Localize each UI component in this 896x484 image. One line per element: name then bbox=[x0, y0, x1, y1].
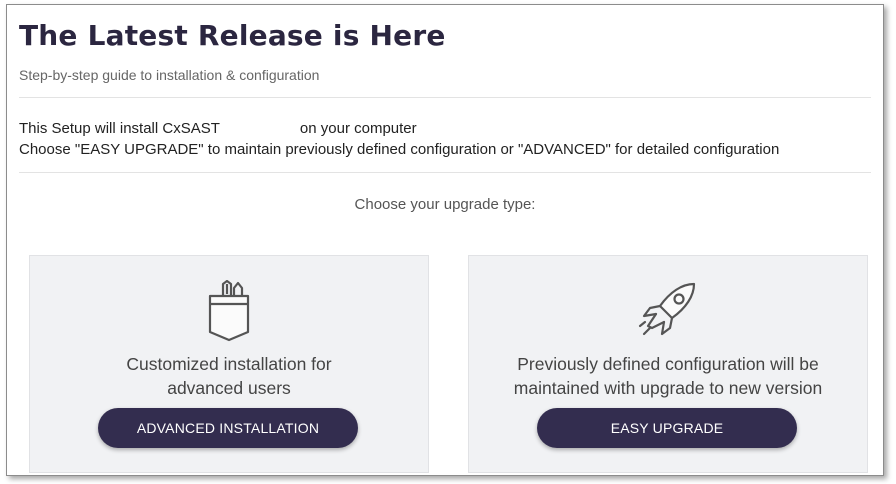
setup-info-line1: This Setup will install CxSAST on your co… bbox=[19, 118, 779, 139]
setup-info: This Setup will install CxSAST on your co… bbox=[19, 118, 779, 160]
advanced-description-line2: advanced users bbox=[167, 378, 291, 398]
easy-description-line1: Previously defined configuration will be bbox=[517, 354, 819, 374]
page-title: The Latest Release is Here bbox=[19, 19, 446, 52]
easy-description-line2: maintained with upgrade to new version bbox=[513, 378, 823, 398]
divider bbox=[19, 172, 871, 173]
advanced-option-panel: Customized installation for advanced use… bbox=[29, 255, 429, 473]
easy-upgrade-button[interactable]: EASY UPGRADE bbox=[537, 408, 797, 448]
advanced-installation-button[interactable]: ADVANCED INSTALLATION bbox=[98, 408, 358, 448]
setup-info-line2: Choose "EASY UPGRADE" to maintain previo… bbox=[19, 141, 780, 158]
easy-upgrade-description: Previously defined configuration will be… bbox=[469, 352, 867, 400]
advanced-description: Customized installation for advanced use… bbox=[30, 352, 428, 400]
installer-window: The Latest Release is Here Step-by-step … bbox=[6, 4, 884, 476]
setup-info-prefix: This Setup will install CxSAST bbox=[19, 120, 220, 137]
advanced-description-line1: Customized installation for bbox=[126, 354, 332, 374]
page-subtitle: Step-by-step guide to installation & con… bbox=[19, 67, 320, 83]
upgrade-type-prompt: Choose your upgrade type: bbox=[354, 196, 536, 213]
setup-info-suffix: on your computer bbox=[299, 120, 417, 137]
rocket-icon bbox=[636, 280, 700, 344]
easy-upgrade-panel: Previously defined configuration will be… bbox=[468, 255, 868, 473]
divider bbox=[19, 97, 871, 98]
pocket-tools-icon bbox=[207, 279, 251, 344]
